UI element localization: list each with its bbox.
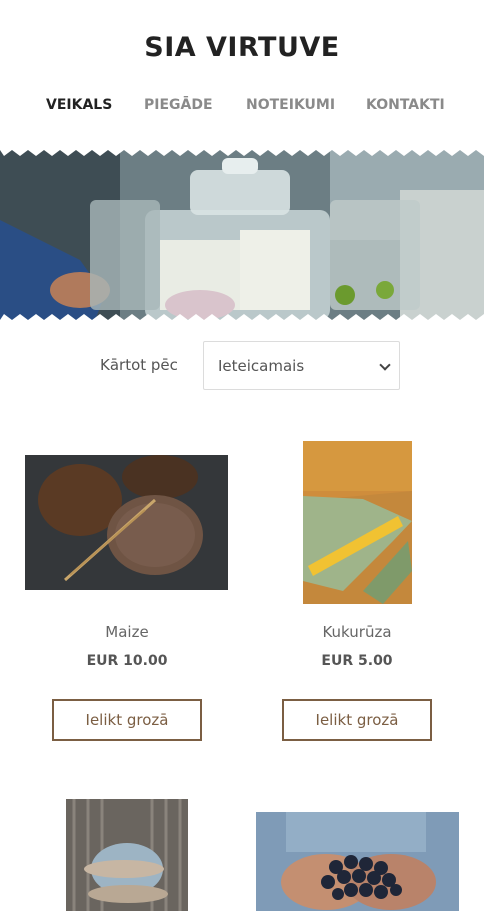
add-to-cart-button[interactable]: Ielikt grozā xyxy=(282,699,432,741)
site-title: SIA VIRTUVE xyxy=(144,32,340,63)
blueberries-icon xyxy=(256,812,459,911)
product-name[interactable]: Kukurūza xyxy=(247,623,467,641)
product-name[interactable]: Maize xyxy=(17,623,237,641)
sort-selected-value: Ieteicamais xyxy=(218,357,305,375)
product-image-corn[interactable] xyxy=(303,441,412,604)
product-image-fish[interactable] xyxy=(66,799,188,911)
sort-select[interactable]: Ieteicamais xyxy=(203,341,400,390)
nav-item-kontakti[interactable]: KONTAKTI xyxy=(366,97,445,113)
product-price: EUR 10.00 xyxy=(86,653,168,669)
nav-item-noteikumi[interactable]: NOTEIKUMI xyxy=(246,97,335,113)
sort-label: Kārtot pēc xyxy=(100,356,178,374)
fish-icon xyxy=(66,799,188,911)
hero-illustration xyxy=(0,150,484,320)
corn-icon xyxy=(303,441,412,604)
nav-item-veikals[interactable]: VEIKALS xyxy=(46,97,112,113)
product-image-blueberries[interactable] xyxy=(256,812,459,911)
product-price: EUR 5.00 xyxy=(321,653,393,669)
bread-icon xyxy=(25,455,228,590)
chevron-down-icon xyxy=(379,359,391,371)
nav-item-piegade[interactable]: PIEGĀDE xyxy=(144,97,213,113)
product-image-bread[interactable] xyxy=(25,455,228,590)
add-to-cart-button[interactable]: Ielikt grozā xyxy=(52,699,202,741)
hero-banner-image xyxy=(0,150,484,320)
main-nav: VEIKALS PIEGĀDE NOTEIKUMI KONTAKTI xyxy=(0,97,484,117)
